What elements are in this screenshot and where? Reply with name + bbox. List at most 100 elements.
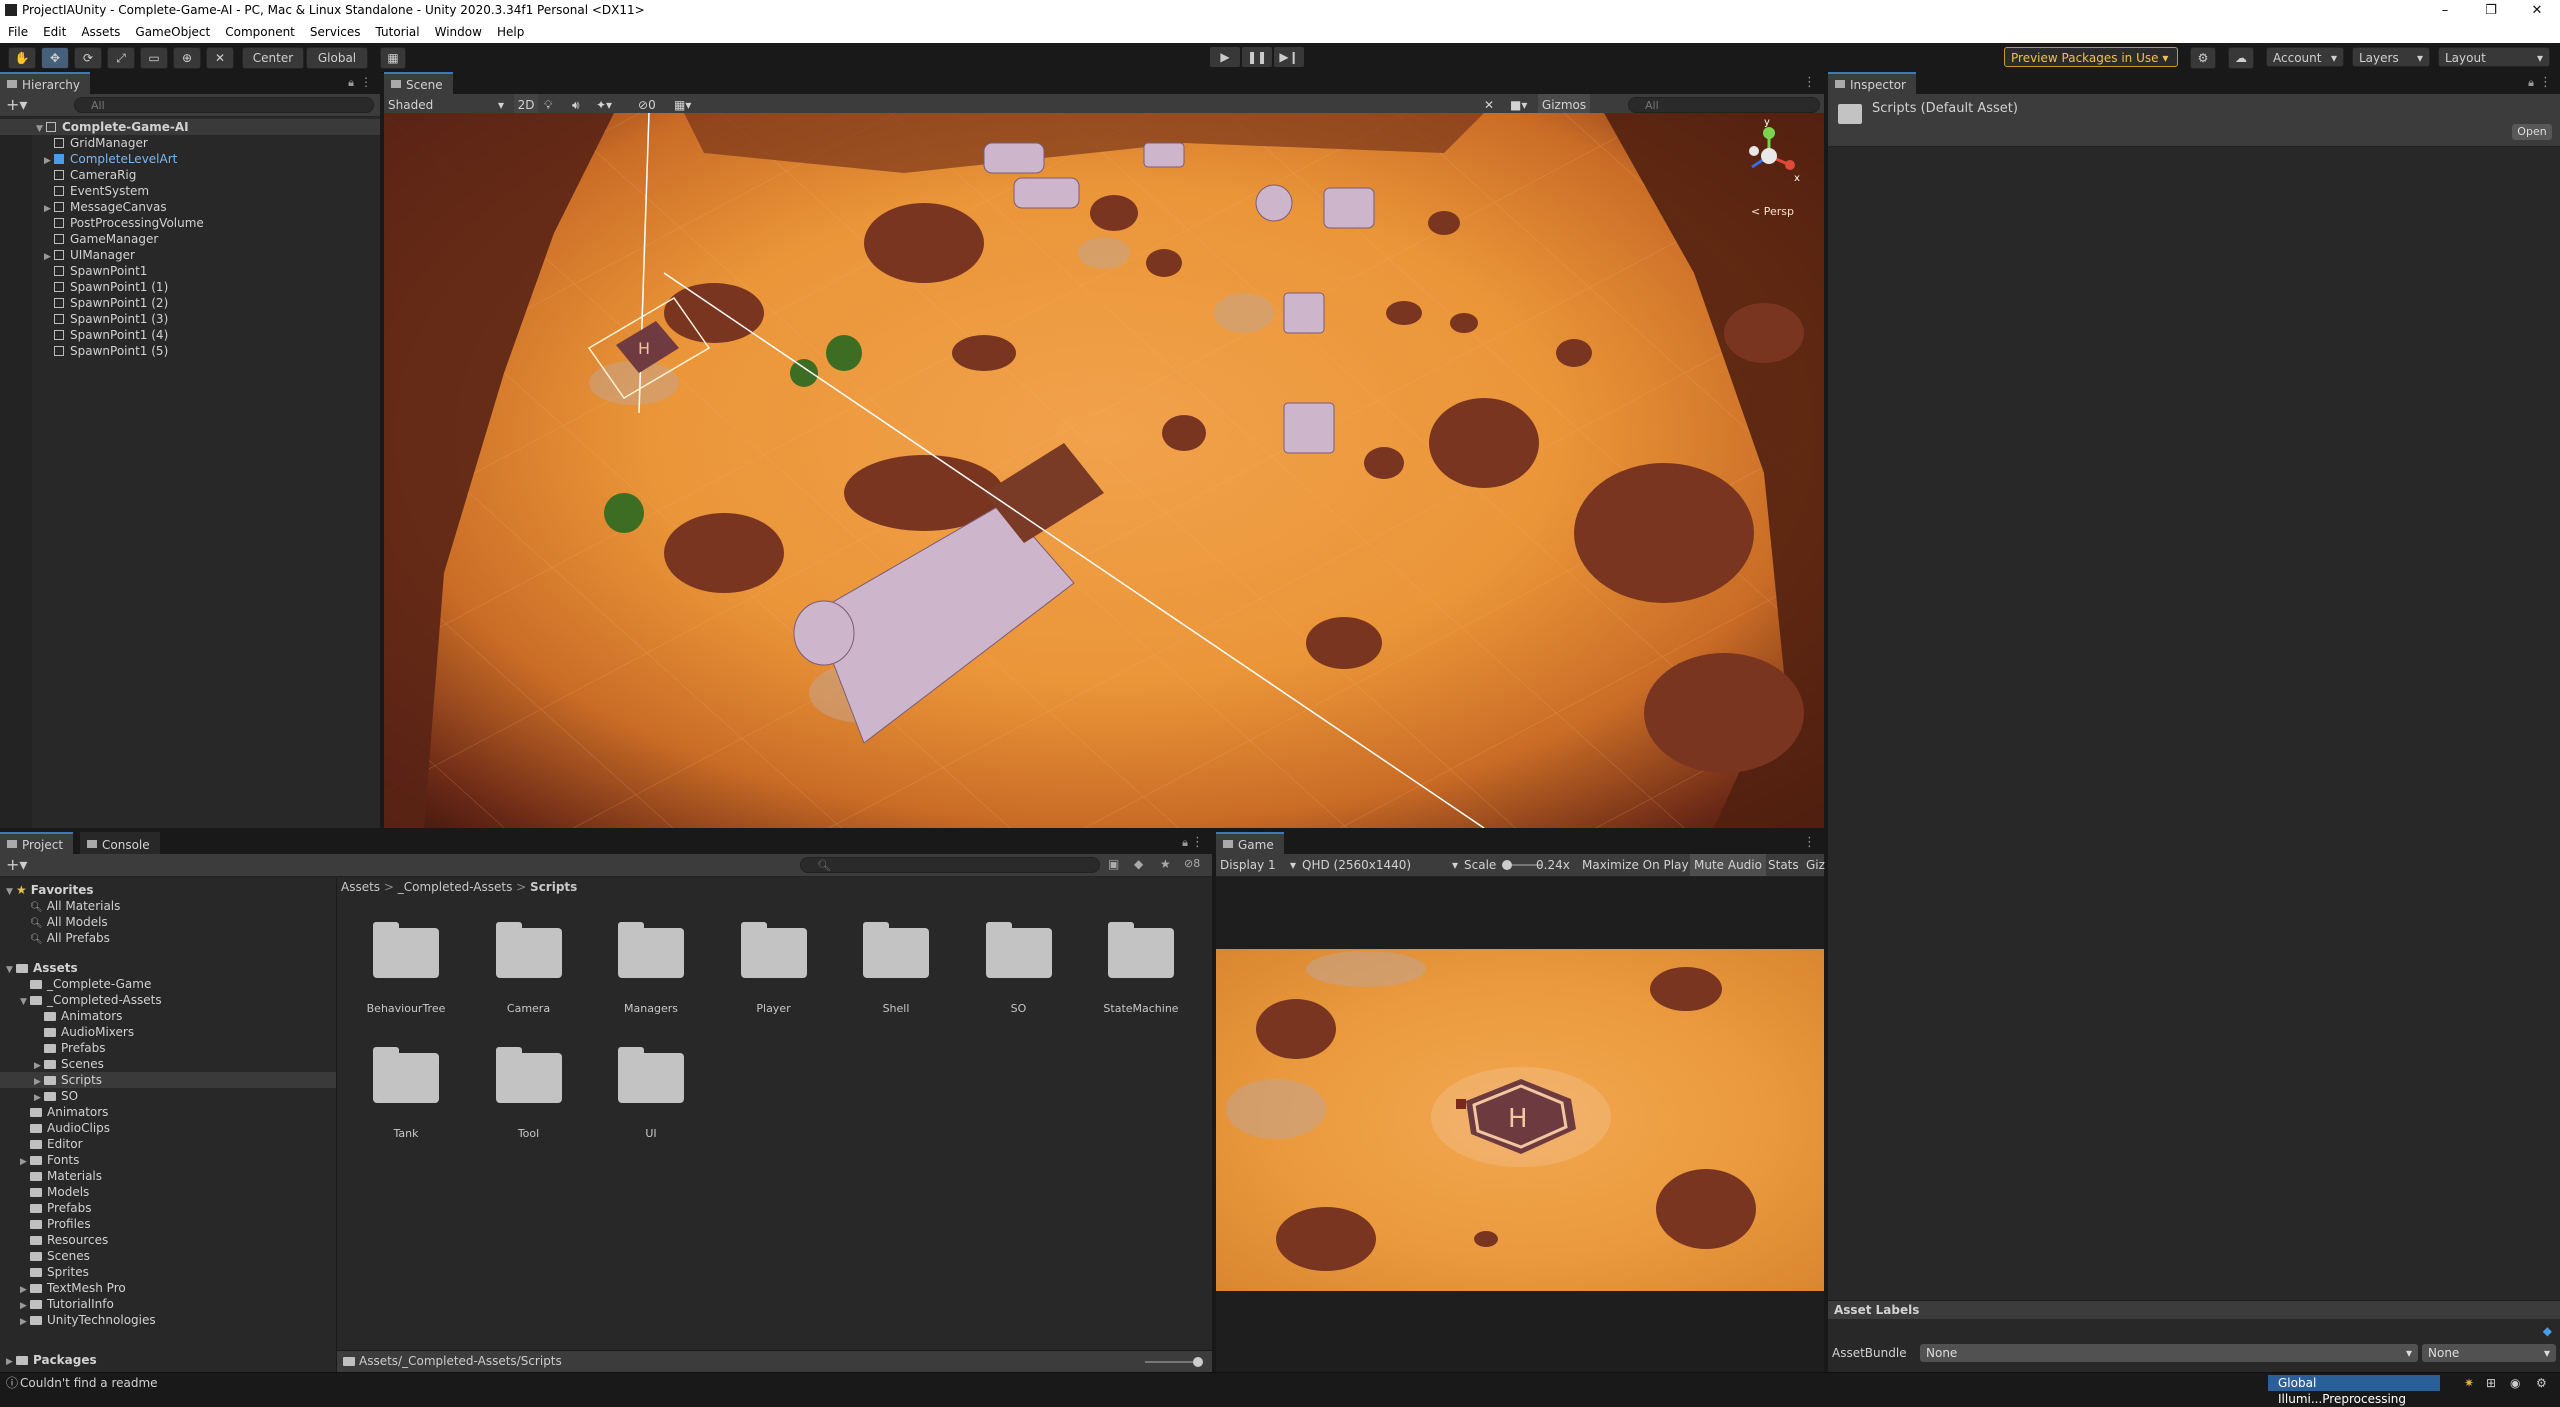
expand-arrow-icon[interactable]: ▶: [20, 1314, 30, 1330]
folder-tile[interactable]: [369, 918, 441, 982]
project-lock-icon[interactable]: 🔒︎: [1182, 836, 1188, 850]
asset-folder-item[interactable]: Editor: [0, 1136, 336, 1152]
asset-folder-item[interactable]: ▶ Scripts: [0, 1072, 336, 1088]
move-tool-icon[interactable]: ✥: [41, 47, 69, 69]
hierarchy-item[interactable]: SpawnPoint1: [0, 263, 380, 279]
pause-button[interactable]: ❚❚: [1242, 47, 1272, 67]
search-by-type-icon[interactable]: ▣: [1108, 857, 1119, 871]
menu-services[interactable]: Services: [302, 22, 368, 39]
scale-slider-thumb[interactable]: [1502, 860, 1512, 870]
asset-folder-item[interactable]: Animators: [0, 1104, 336, 1120]
collab-icon[interactable]: ⚙: [2190, 47, 2216, 69]
lock-icon[interactable]: 🔒︎: [348, 76, 354, 90]
debug-mode-icon[interactable]: ⚙: [2536, 1373, 2547, 1393]
menu-file[interactable]: File: [0, 22, 35, 39]
breadcrumb-assets[interactable]: Assets: [341, 880, 380, 894]
hierarchy-item[interactable]: GridManager: [0, 135, 380, 151]
scene-search-input[interactable]: All: [1628, 97, 1820, 113]
folder-tile[interactable]: [492, 918, 564, 982]
hierarchy-item[interactable]: EventSystem: [0, 183, 380, 199]
menu-component[interactable]: Component: [217, 22, 302, 39]
pivot-center-button[interactable]: Center: [242, 47, 304, 69]
step-button[interactable]: ▶❙: [1274, 47, 1304, 67]
hierarchy-item[interactable]: SpawnPoint1 (4): [0, 327, 380, 343]
open-button[interactable]: Open: [2512, 124, 2552, 140]
tab-game[interactable]: Game: [1216, 832, 1284, 854]
asset-folder-item[interactable]: ▶ TutorialInfo: [0, 1296, 336, 1312]
menu-window[interactable]: Window: [427, 22, 489, 39]
persp-label[interactable]: < Persp: [1751, 205, 1794, 218]
hierarchy-item[interactable]: PostProcessingVolume: [0, 215, 380, 231]
search-by-label-icon[interactable]: ◆: [1134, 857, 1143, 871]
panel-menu-icon[interactable]: ⋮: [360, 75, 372, 89]
asset-folder-item[interactable]: Resources: [0, 1232, 336, 1248]
project-search-input[interactable]: 🔍︎: [800, 857, 1100, 873]
packages-row[interactable]: ▶ Packages: [0, 1352, 336, 1368]
folder-tile[interactable]: [614, 1043, 686, 1107]
scale-tool-icon[interactable]: ⤢: [107, 47, 135, 69]
hierarchy-item[interactable]: CameraRig: [0, 167, 380, 183]
create-asset-icon[interactable]: +▾: [6, 855, 27, 874]
menu-gameobject[interactable]: GameObject: [127, 22, 217, 39]
inspector-lock-icon[interactable]: 🔒︎: [2528, 76, 2534, 90]
tab-hierarchy[interactable]: Hierarchy: [0, 72, 91, 94]
folder-tile[interactable]: [369, 1043, 441, 1107]
asset-folder-item[interactable]: Materials: [0, 1168, 336, 1184]
asset-folder-item[interactable]: ▶ TextMesh Pro: [0, 1280, 336, 1296]
account-dropdown[interactable]: Account ▾: [2266, 47, 2344, 67]
asset-folder-item[interactable]: Sprites: [0, 1264, 336, 1280]
folder-tile[interactable]: [614, 918, 686, 982]
breadcrumb-completed-assets[interactable]: _Completed-Assets: [398, 880, 513, 894]
custom-tool-icon[interactable]: ✕: [206, 47, 234, 69]
asset-folder-item[interactable]: Profiles: [0, 1216, 336, 1232]
asset-folder-item[interactable]: ▶ UnityTechnologies: [0, 1312, 336, 1328]
layers-dropdown[interactable]: Layers ▾: [2352, 47, 2430, 67]
scene-menu-icon[interactable]: ⋮: [1803, 75, 1816, 90]
favorite-item[interactable]: 🔍︎ All Models: [0, 914, 336, 930]
hierarchy-search-input[interactable]: All: [74, 97, 374, 113]
resolution-dropdown[interactable]: QHD (2560x1440) ▾: [1302, 854, 1458, 876]
hierarchy-item[interactable]: ▶ MessageCanvas: [0, 199, 380, 215]
pivot-global-button[interactable]: Global: [306, 47, 368, 69]
favorite-item[interactable]: 🔍︎ All Materials: [0, 898, 336, 914]
add-object-icon[interactable]: +▾: [6, 95, 27, 114]
asset-bundle-dropdown[interactable]: None ▾: [1920, 1344, 2418, 1362]
maximize-on-play-toggle[interactable]: Maximize On Play: [1582, 854, 1689, 876]
inspector-menu-icon[interactable]: ⋮: [2539, 75, 2552, 90]
breadcrumb-scripts[interactable]: Scripts: [530, 880, 577, 894]
asset-folder-item[interactable]: ▶ Scenes: [0, 1056, 336, 1072]
display-dropdown[interactable]: Display 1 ▾: [1220, 854, 1296, 876]
project-menu-icon[interactable]: ⋮: [1191, 835, 1204, 850]
layout-dropdown[interactable]: Layout ▾: [2438, 47, 2550, 67]
folder-tile[interactable]: [1104, 918, 1176, 982]
preview-packages-dropdown[interactable]: Preview Packages in Use ▾: [2004, 47, 2178, 67]
hierarchy-item[interactable]: ▶ CompleteLevelArt: [0, 151, 380, 167]
asset-folder-item[interactable]: AudioClips: [0, 1120, 336, 1136]
close-button[interactable]: ✕: [2514, 0, 2560, 22]
play-button[interactable]: ▶: [1210, 47, 1240, 67]
cloud-icon[interactable]: ☁: [2228, 47, 2254, 69]
hand-tool-icon[interactable]: ✋: [8, 47, 36, 69]
game-menu-icon[interactable]: ⋮: [1803, 835, 1816, 850]
label-tag-icon[interactable]: ◆: [2543, 1324, 2552, 1338]
asset-folder-item[interactable]: ▶ SO: [0, 1088, 336, 1104]
scene-root-row[interactable]: ▼ Complete-Game-AI: [0, 119, 380, 135]
game-viewport[interactable]: H: [1216, 949, 1824, 1291]
hierarchy-item[interactable]: SpawnPoint1 (5): [0, 343, 380, 359]
menu-tutorial[interactable]: Tutorial: [368, 22, 427, 39]
auto-generate-lighting-icon[interactable]: ✷: [2464, 1373, 2474, 1393]
collab-status-icon[interactable]: ⊞: [2486, 1373, 2496, 1393]
asset-folder-item[interactable]: Prefabs: [0, 1200, 336, 1216]
stats-toggle[interactable]: Stats: [1768, 854, 1799, 876]
hierarchy-item[interactable]: ▶ UIManager: [0, 247, 380, 263]
menu-help[interactable]: Help: [489, 22, 531, 39]
asset-folder-item[interactable]: Prefabs: [0, 1040, 336, 1056]
favorites-row[interactable]: ▼ ★ Favorites: [0, 882, 336, 898]
folder-tile[interactable]: [982, 918, 1054, 982]
asset-folder-item[interactable]: Scenes: [0, 1248, 336, 1264]
tab-scene[interactable]: Scene: [384, 72, 453, 94]
menu-edit[interactable]: Edit: [35, 22, 73, 39]
rotate-tool-icon[interactable]: ⟳: [74, 47, 102, 69]
mute-audio-toggle[interactable]: Mute Audio: [1690, 854, 1766, 876]
gizmos-toggle[interactable]: Giz: [1806, 854, 1825, 876]
